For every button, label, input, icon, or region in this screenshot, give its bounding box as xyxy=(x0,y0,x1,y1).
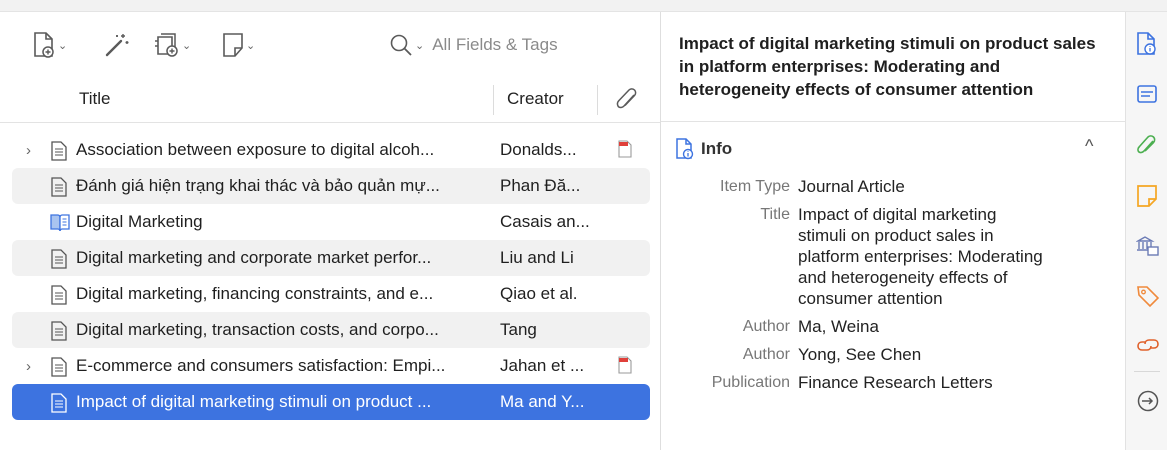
tags-icon[interactable] xyxy=(1136,284,1160,308)
window-top-strip xyxy=(0,0,1167,12)
column-creator[interactable]: Creator xyxy=(507,89,564,109)
document-icon xyxy=(51,393,67,413)
info-field-row: Title Impact of digital marketing stimuli… xyxy=(661,204,1125,309)
search-placeholder: All Fields & Tags xyxy=(432,35,558,54)
chevron-down-icon[interactable]: ⌄ xyxy=(415,39,424,52)
row-title: Impact of digital marketing stimuli on p… xyxy=(76,392,432,411)
collapse-chevron-icon[interactable]: ^ xyxy=(1085,136,1093,157)
row-title: Đánh giá hiện trạng khai thác và bảo quả… xyxy=(76,176,440,195)
new-note-button[interactable]: ⌄ xyxy=(222,30,255,60)
item-pane-header: Impact of digital marketing stimuli on p… xyxy=(661,12,1125,122)
attachments-icon[interactable] xyxy=(1136,133,1158,157)
field-label: Title xyxy=(760,206,790,223)
info-field-row: Item Type Journal Article xyxy=(661,176,1125,197)
field-value[interactable]: Ma, Weina xyxy=(798,316,1048,337)
items-toolbar: ⌄ ⌄ ⌄ ⌄ All Fields & Tags xyxy=(0,12,660,74)
chevron-down-icon: ⌄ xyxy=(246,39,256,52)
item-title[interactable]: Impact of digital marketing stimuli on p… xyxy=(679,32,1099,101)
column-title[interactable]: Title xyxy=(79,89,111,109)
document-icon xyxy=(51,141,67,161)
row-creator: Jahan et ... xyxy=(500,356,585,375)
row-creator: Tang xyxy=(500,320,537,339)
row-creator: Phan Đă... xyxy=(500,176,581,195)
info-icon xyxy=(676,138,694,160)
document-icon xyxy=(51,321,67,341)
column-divider[interactable] xyxy=(493,85,494,115)
document-icon xyxy=(51,285,67,305)
locate-icon[interactable] xyxy=(1136,389,1160,413)
table-row[interactable]: Digital marketing, transaction costs, an… xyxy=(12,312,650,348)
info-field-row: Author Yong, See Chen xyxy=(661,344,1125,365)
row-title: Association between exposure to digital … xyxy=(76,140,435,159)
table-row[interactable]: Digital marketing, financing constraints… xyxy=(12,276,650,312)
pdf-attachment-icon[interactable] xyxy=(617,356,633,374)
notes-icon[interactable] xyxy=(1136,184,1158,208)
info-section-label: Info xyxy=(701,139,733,158)
row-title: Digital marketing, financing constraints… xyxy=(76,284,434,303)
document-icon xyxy=(51,249,67,269)
paperclip-icon[interactable] xyxy=(614,87,640,113)
add-by-identifier-button[interactable] xyxy=(104,30,130,60)
table-row[interactable]: › E-commerce and consumers satisfaction: … xyxy=(12,348,650,384)
sidenav-divider xyxy=(1134,371,1160,372)
info-icon[interactable] xyxy=(1136,32,1158,56)
expand-chevron-icon[interactable]: › xyxy=(26,358,31,375)
expand-chevron-icon[interactable]: › xyxy=(26,142,31,159)
table-row[interactable]: Digital marketing and corporate market p… xyxy=(12,240,650,276)
field-label: Publication xyxy=(711,374,790,391)
item-pane-sidenav xyxy=(1125,12,1167,450)
items-pane: ⌄ ⌄ ⌄ ⌄ All Fields & Tags Title Creator … xyxy=(0,12,660,450)
pdf-attachment-icon[interactable] xyxy=(617,140,633,158)
chevron-down-icon: ⌄ xyxy=(182,39,192,52)
row-creator: Ma and Y... xyxy=(500,392,585,411)
row-creator: Donalds... xyxy=(500,140,577,159)
abstract-icon[interactable] xyxy=(1136,83,1158,105)
related-icon[interactable] xyxy=(1136,334,1160,356)
new-collection-icon xyxy=(155,33,178,57)
column-divider[interactable] xyxy=(597,85,598,115)
new-collection-button[interactable]: ⌄ xyxy=(152,30,191,60)
row-creator: Liu and Li xyxy=(500,248,574,267)
field-value[interactable]: Journal Article xyxy=(798,176,1048,197)
search-input[interactable]: ⌄ All Fields & Tags xyxy=(381,26,650,64)
libraries-collections-icon[interactable] xyxy=(1136,234,1160,258)
search-icon[interactable] xyxy=(389,33,413,57)
field-value[interactable]: Yong, See Chen xyxy=(798,344,1048,365)
table-row[interactable]: Impact of digital marketing stimuli on p… xyxy=(12,384,650,420)
field-label: Author xyxy=(742,346,790,363)
field-value[interactable]: Impact of digital marketing stimuli on p… xyxy=(798,204,1048,309)
new-item-icon xyxy=(34,32,54,58)
info-field-row: Author Ma, Weina xyxy=(661,316,1125,337)
info-section-header[interactable]: Info xyxy=(675,138,732,160)
row-title: Digital marketing, transaction costs, an… xyxy=(76,320,439,339)
magic-wand-icon xyxy=(105,34,129,57)
chevron-down-icon: ⌄ xyxy=(58,39,68,52)
note-icon xyxy=(223,33,243,57)
items-list: › Association between exposure to digital… xyxy=(12,132,650,420)
info-fields: Item Type Journal Article Title Impact of d… xyxy=(661,176,1125,400)
field-value[interactable]: Finance Research Letters xyxy=(798,372,1048,393)
row-title: Digital Marketing xyxy=(76,212,203,231)
item-pane: Impact of digital marketing stimuli on p… xyxy=(661,12,1125,450)
document-icon xyxy=(51,177,67,197)
document-icon xyxy=(51,357,67,377)
column-header: Title Creator xyxy=(0,75,660,123)
field-label: Author xyxy=(742,318,790,335)
table-row[interactable]: Digital Marketing Casais an... xyxy=(12,204,650,240)
field-label: Item Type xyxy=(720,178,790,195)
table-row[interactable]: Đánh giá hiện trạng khai thác và bảo quả… xyxy=(12,168,650,204)
row-creator: Qiao et al. xyxy=(500,284,578,303)
row-creator: Casais an... xyxy=(500,212,590,231)
book-icon xyxy=(50,214,70,232)
table-row[interactable]: › Association between exposure to digital… xyxy=(12,132,650,168)
row-title: E-commerce and consumers satisfaction: E… xyxy=(76,356,446,375)
new-item-button[interactable]: ⌄ xyxy=(32,30,67,60)
info-field-row: Publication Finance Research Letters xyxy=(661,372,1125,393)
row-title: Digital marketing and corporate market p… xyxy=(76,248,432,267)
